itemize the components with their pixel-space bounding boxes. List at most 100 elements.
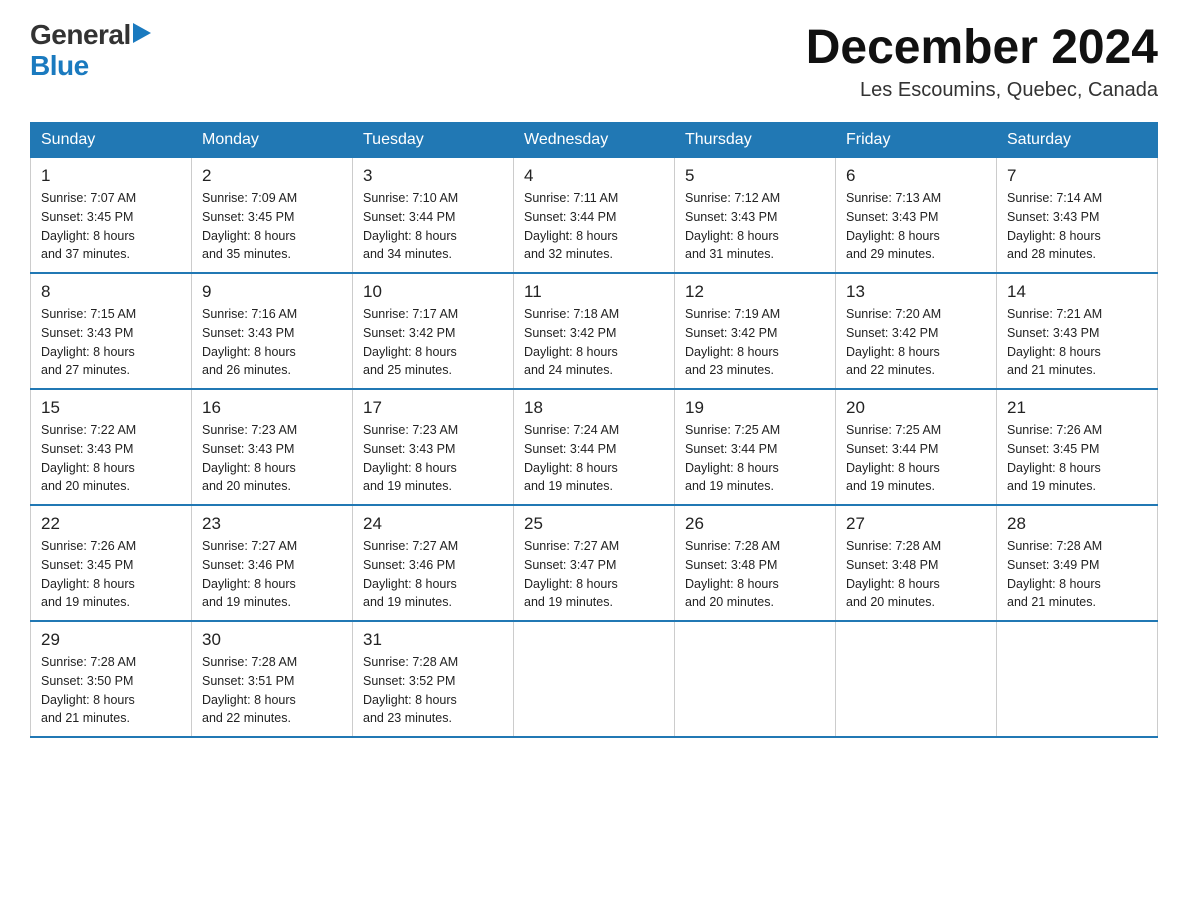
table-row: 29 Sunrise: 7:28 AMSunset: 3:50 PMDaylig…	[31, 621, 192, 737]
calendar-header-row: Sunday Monday Tuesday Wednesday Thursday…	[31, 123, 1158, 158]
day-info: Sunrise: 7:10 AMSunset: 3:44 PMDaylight:…	[363, 191, 458, 261]
table-row: 17 Sunrise: 7:23 AMSunset: 3:43 PMDaylig…	[353, 389, 514, 505]
day-info: Sunrise: 7:24 AMSunset: 3:44 PMDaylight:…	[524, 423, 619, 493]
col-wednesday: Wednesday	[514, 123, 675, 158]
day-info: Sunrise: 7:13 AMSunset: 3:43 PMDaylight:…	[846, 191, 941, 261]
table-row: 23 Sunrise: 7:27 AMSunset: 3:46 PMDaylig…	[192, 505, 353, 621]
day-info: Sunrise: 7:12 AMSunset: 3:43 PMDaylight:…	[685, 191, 780, 261]
logo-general-text: General	[30, 20, 131, 51]
table-row	[997, 621, 1158, 737]
table-row: 21 Sunrise: 7:26 AMSunset: 3:45 PMDaylig…	[997, 389, 1158, 505]
table-row: 27 Sunrise: 7:28 AMSunset: 3:48 PMDaylig…	[836, 505, 997, 621]
day-info: Sunrise: 7:23 AMSunset: 3:43 PMDaylight:…	[363, 423, 458, 493]
day-number: 13	[846, 282, 986, 302]
day-number: 27	[846, 514, 986, 534]
day-number: 23	[202, 514, 342, 534]
day-info: Sunrise: 7:28 AMSunset: 3:51 PMDaylight:…	[202, 655, 297, 725]
day-number: 25	[524, 514, 664, 534]
table-row: 24 Sunrise: 7:27 AMSunset: 3:46 PMDaylig…	[353, 505, 514, 621]
day-number: 10	[363, 282, 503, 302]
col-tuesday: Tuesday	[353, 123, 514, 158]
day-info: Sunrise: 7:28 AMSunset: 3:50 PMDaylight:…	[41, 655, 136, 725]
day-number: 1	[41, 166, 181, 186]
day-number: 6	[846, 166, 986, 186]
day-info: Sunrise: 7:28 AMSunset: 3:48 PMDaylight:…	[846, 539, 941, 609]
table-row: 25 Sunrise: 7:27 AMSunset: 3:47 PMDaylig…	[514, 505, 675, 621]
day-number: 31	[363, 630, 503, 650]
location-subtitle: Les Escoumins, Quebec, Canada	[806, 79, 1158, 102]
day-number: 8	[41, 282, 181, 302]
day-info: Sunrise: 7:18 AMSunset: 3:42 PMDaylight:…	[524, 307, 619, 377]
logo-arrow-icon	[133, 23, 151, 48]
day-number: 5	[685, 166, 825, 186]
table-row: 3 Sunrise: 7:10 AMSunset: 3:44 PMDayligh…	[353, 158, 514, 274]
day-number: 20	[846, 398, 986, 418]
day-number: 24	[363, 514, 503, 534]
calendar-week-row: 1 Sunrise: 7:07 AMSunset: 3:45 PMDayligh…	[31, 158, 1158, 274]
day-info: Sunrise: 7:16 AMSunset: 3:43 PMDaylight:…	[202, 307, 297, 377]
logo: General Blue	[30, 20, 151, 82]
day-number: 9	[202, 282, 342, 302]
day-number: 11	[524, 282, 664, 302]
page-header: General Blue December 2024 Les Escoumins…	[30, 20, 1158, 102]
day-info: Sunrise: 7:22 AMSunset: 3:43 PMDaylight:…	[41, 423, 136, 493]
calendar-week-row: 8 Sunrise: 7:15 AMSunset: 3:43 PMDayligh…	[31, 273, 1158, 389]
day-number: 7	[1007, 166, 1147, 186]
day-number: 17	[363, 398, 503, 418]
table-row: 30 Sunrise: 7:28 AMSunset: 3:51 PMDaylig…	[192, 621, 353, 737]
day-number: 14	[1007, 282, 1147, 302]
table-row: 15 Sunrise: 7:22 AMSunset: 3:43 PMDaylig…	[31, 389, 192, 505]
table-row: 7 Sunrise: 7:14 AMSunset: 3:43 PMDayligh…	[997, 158, 1158, 274]
col-saturday: Saturday	[997, 123, 1158, 158]
day-number: 3	[363, 166, 503, 186]
day-number: 18	[524, 398, 664, 418]
day-info: Sunrise: 7:09 AMSunset: 3:45 PMDaylight:…	[202, 191, 297, 261]
calendar-week-row: 15 Sunrise: 7:22 AMSunset: 3:43 PMDaylig…	[31, 389, 1158, 505]
table-row: 16 Sunrise: 7:23 AMSunset: 3:43 PMDaylig…	[192, 389, 353, 505]
day-number: 30	[202, 630, 342, 650]
table-row	[514, 621, 675, 737]
day-info: Sunrise: 7:25 AMSunset: 3:44 PMDaylight:…	[685, 423, 780, 493]
day-info: Sunrise: 7:27 AMSunset: 3:46 PMDaylight:…	[202, 539, 297, 609]
table-row: 22 Sunrise: 7:26 AMSunset: 3:45 PMDaylig…	[31, 505, 192, 621]
table-row: 12 Sunrise: 7:19 AMSunset: 3:42 PMDaylig…	[675, 273, 836, 389]
col-sunday: Sunday	[31, 123, 192, 158]
day-info: Sunrise: 7:25 AMSunset: 3:44 PMDaylight:…	[846, 423, 941, 493]
day-info: Sunrise: 7:27 AMSunset: 3:46 PMDaylight:…	[363, 539, 458, 609]
col-friday: Friday	[836, 123, 997, 158]
table-row: 5 Sunrise: 7:12 AMSunset: 3:43 PMDayligh…	[675, 158, 836, 274]
day-number: 28	[1007, 514, 1147, 534]
day-info: Sunrise: 7:07 AMSunset: 3:45 PMDaylight:…	[41, 191, 136, 261]
table-row: 20 Sunrise: 7:25 AMSunset: 3:44 PMDaylig…	[836, 389, 997, 505]
table-row: 18 Sunrise: 7:24 AMSunset: 3:44 PMDaylig…	[514, 389, 675, 505]
table-row: 28 Sunrise: 7:28 AMSunset: 3:49 PMDaylig…	[997, 505, 1158, 621]
month-title: December 2024	[806, 20, 1158, 75]
day-number: 12	[685, 282, 825, 302]
day-number: 15	[41, 398, 181, 418]
table-row: 11 Sunrise: 7:18 AMSunset: 3:42 PMDaylig…	[514, 273, 675, 389]
table-row: 1 Sunrise: 7:07 AMSunset: 3:45 PMDayligh…	[31, 158, 192, 274]
day-number: 2	[202, 166, 342, 186]
day-info: Sunrise: 7:14 AMSunset: 3:43 PMDaylight:…	[1007, 191, 1102, 261]
table-row: 9 Sunrise: 7:16 AMSunset: 3:43 PMDayligh…	[192, 273, 353, 389]
table-row: 26 Sunrise: 7:28 AMSunset: 3:48 PMDaylig…	[675, 505, 836, 621]
day-info: Sunrise: 7:19 AMSunset: 3:42 PMDaylight:…	[685, 307, 780, 377]
day-number: 29	[41, 630, 181, 650]
table-row: 6 Sunrise: 7:13 AMSunset: 3:43 PMDayligh…	[836, 158, 997, 274]
day-info: Sunrise: 7:21 AMSunset: 3:43 PMDaylight:…	[1007, 307, 1102, 377]
calendar-table: Sunday Monday Tuesday Wednesday Thursday…	[30, 122, 1158, 738]
title-section: December 2024 Les Escoumins, Quebec, Can…	[806, 20, 1158, 102]
day-number: 4	[524, 166, 664, 186]
day-info: Sunrise: 7:28 AMSunset: 3:52 PMDaylight:…	[363, 655, 458, 725]
calendar-week-row: 22 Sunrise: 7:26 AMSunset: 3:45 PMDaylig…	[31, 505, 1158, 621]
table-row: 31 Sunrise: 7:28 AMSunset: 3:52 PMDaylig…	[353, 621, 514, 737]
table-row	[836, 621, 997, 737]
calendar-week-row: 29 Sunrise: 7:28 AMSunset: 3:50 PMDaylig…	[31, 621, 1158, 737]
table-row: 2 Sunrise: 7:09 AMSunset: 3:45 PMDayligh…	[192, 158, 353, 274]
table-row: 4 Sunrise: 7:11 AMSunset: 3:44 PMDayligh…	[514, 158, 675, 274]
day-number: 22	[41, 514, 181, 534]
day-info: Sunrise: 7:28 AMSunset: 3:48 PMDaylight:…	[685, 539, 780, 609]
day-number: 26	[685, 514, 825, 534]
table-row: 8 Sunrise: 7:15 AMSunset: 3:43 PMDayligh…	[31, 273, 192, 389]
day-info: Sunrise: 7:20 AMSunset: 3:42 PMDaylight:…	[846, 307, 941, 377]
